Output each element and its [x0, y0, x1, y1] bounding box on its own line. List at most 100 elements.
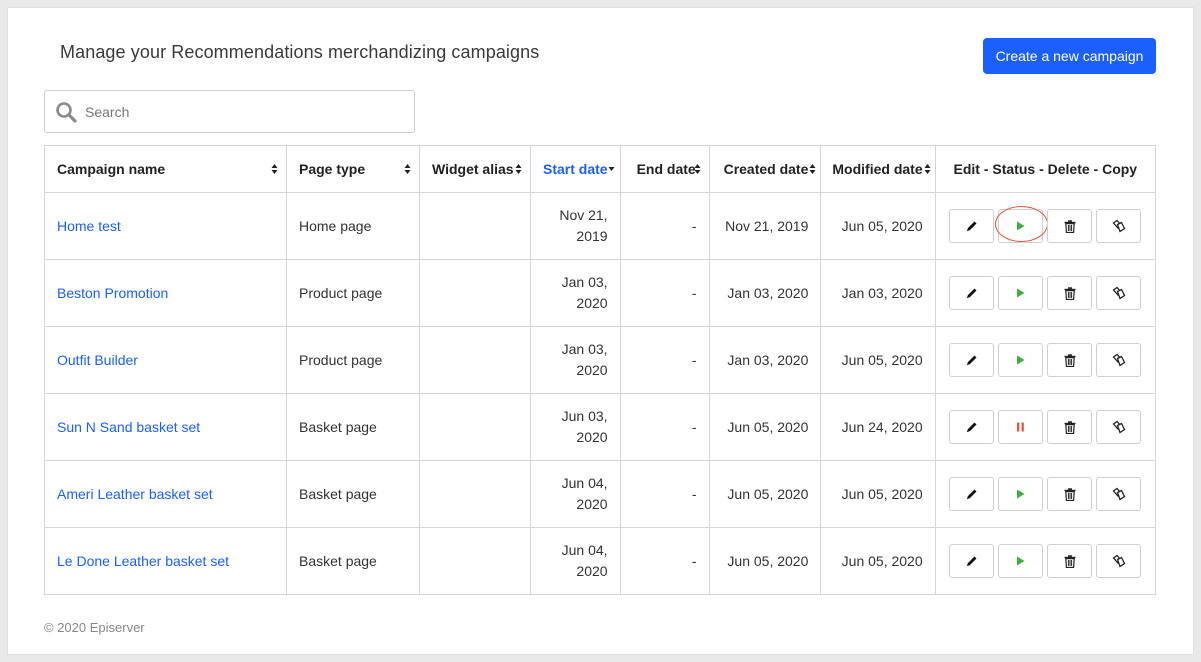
- search-box[interactable]: [44, 90, 415, 133]
- pencil-icon: [966, 556, 977, 566]
- cell-actions: [934, 527, 1157, 595]
- cell-end-date: -: [619, 393, 710, 461]
- cell-end-date: -: [619, 527, 710, 595]
- cell-actions: [934, 192, 1157, 260]
- col-created-date[interactable]: Created date: [708, 145, 822, 193]
- start-date-line2: 2020: [576, 429, 608, 445]
- cell-start-date: Jan 03, 2020: [530, 259, 621, 327]
- cell-end-date: -: [619, 460, 710, 528]
- cell-campaign-name: Outfit Builder: [44, 326, 287, 394]
- sort-icon: [694, 164, 701, 174]
- status-button[interactable]: [998, 477, 1044, 511]
- col-end-date[interactable]: End date: [619, 145, 710, 193]
- play-icon: [1017, 221, 1025, 231]
- delete-button[interactable]: [1047, 410, 1093, 444]
- col-actions: Edit - Status - Delete - Copy: [934, 145, 1157, 193]
- copy-button[interactable]: [1096, 410, 1142, 444]
- cell-modified-date: Jun 24, 2020: [820, 393, 936, 461]
- search-icon: [56, 102, 77, 123]
- cell-actions: [934, 393, 1157, 461]
- sort-icon: [924, 164, 931, 174]
- cell-widget-alias: [419, 192, 531, 260]
- col-page-type[interactable]: Page type: [286, 145, 420, 193]
- edit-button[interactable]: [949, 544, 995, 578]
- cell-campaign-name: Ameri Leather basket set: [44, 460, 287, 528]
- copy-button[interactable]: [1096, 209, 1142, 243]
- status-button[interactable]: [998, 276, 1044, 310]
- start-date-line2: 2020: [576, 295, 608, 311]
- search-input[interactable]: [83, 91, 403, 132]
- play-icon: [1017, 355, 1025, 365]
- start-date-line1: Jan 03,: [561, 341, 608, 357]
- copy-icon: [1112, 353, 1126, 367]
- col-widget-alias[interactable]: Widget alias: [419, 145, 531, 193]
- table-row: Ameri Leather basket set Basket page Jun…: [44, 460, 1157, 528]
- cell-page-type: Basket page: [286, 460, 420, 528]
- edit-button[interactable]: [949, 410, 995, 444]
- copy-button[interactable]: [1096, 343, 1142, 377]
- col-campaign-name[interactable]: Campaign name: [44, 145, 287, 193]
- campaign-link[interactable]: Ameri Leather basket set: [57, 486, 213, 502]
- pencil-icon: [966, 355, 977, 365]
- cell-actions: [934, 460, 1157, 528]
- col-start-date[interactable]: Start date: [530, 145, 621, 193]
- start-date-line1: Jun 04,: [561, 475, 608, 491]
- footer-copyright: © 2020 Episerver: [44, 620, 145, 635]
- copy-icon: [1112, 219, 1126, 233]
- copy-button[interactable]: [1096, 276, 1142, 310]
- table-row: Home test Home page Nov 21, 2019 - Nov 21…: [44, 192, 1157, 260]
- cell-actions: [934, 259, 1157, 327]
- table-row: Beston Promotion Product page Jan 03, 202…: [44, 259, 1157, 327]
- delete-button[interactable]: [1047, 544, 1093, 578]
- status-button[interactable]: [998, 544, 1044, 578]
- cell-end-date: -: [619, 326, 710, 394]
- copy-button[interactable]: [1096, 544, 1142, 578]
- cell-page-type: Product page: [286, 326, 420, 394]
- delete-button[interactable]: [1047, 209, 1093, 243]
- cell-modified-date: Jun 05, 2020: [820, 527, 936, 595]
- campaign-link[interactable]: Outfit Builder: [57, 352, 138, 368]
- cell-modified-date: Jun 05, 2020: [820, 192, 936, 260]
- column-label: End date: [636, 161, 696, 177]
- edit-button[interactable]: [949, 209, 995, 243]
- pause-icon: [1017, 422, 1025, 432]
- create-campaign-button[interactable]: Create a new campaign: [983, 38, 1156, 74]
- cell-start-date: Jun 04, 2020: [530, 527, 621, 595]
- status-button[interactable]: [995, 206, 1049, 243]
- cell-created-date: Jun 05, 2020: [708, 527, 822, 595]
- copy-icon: [1112, 487, 1126, 501]
- trash-icon: [1064, 353, 1076, 367]
- cell-modified-date: Jan 03, 2020: [820, 259, 936, 327]
- sort-desc-icon: [608, 167, 615, 171]
- campaign-link[interactable]: Le Done Leather basket set: [57, 553, 229, 569]
- play-icon: [1017, 556, 1025, 566]
- status-button[interactable]: [998, 410, 1044, 444]
- status-button[interactable]: [998, 343, 1044, 377]
- cell-created-date: Jun 05, 2020: [708, 460, 822, 528]
- delete-button[interactable]: [1047, 477, 1093, 511]
- delete-button[interactable]: [1047, 276, 1093, 310]
- sort-icon: [515, 164, 522, 174]
- table-row: Outfit Builder Product page Jan 03, 2020 …: [44, 326, 1157, 394]
- page-container: Manage your Recommendations merchandizin…: [7, 7, 1194, 655]
- start-date-line1: Jan 03,: [561, 274, 608, 290]
- cell-page-type: Basket page: [286, 527, 420, 595]
- edit-button[interactable]: [949, 477, 995, 511]
- campaign-link[interactable]: Beston Promotion: [57, 285, 168, 301]
- cell-created-date: Jan 03, 2020: [708, 259, 822, 327]
- delete-button[interactable]: [1047, 343, 1093, 377]
- cell-created-date: Nov 21, 2019: [708, 192, 822, 260]
- cell-page-type: Basket page: [286, 393, 420, 461]
- edit-button[interactable]: [949, 343, 995, 377]
- copy-button[interactable]: [1096, 477, 1142, 511]
- play-icon: [1017, 288, 1025, 298]
- cell-created-date: Jan 03, 2020: [708, 326, 822, 394]
- campaign-link[interactable]: Home test: [57, 218, 121, 234]
- col-modified-date[interactable]: Modified date: [820, 145, 936, 193]
- cell-created-date: Jun 05, 2020: [708, 393, 822, 461]
- page-title: Manage your Recommendations merchandizin…: [60, 42, 540, 62]
- edit-button[interactable]: [949, 276, 995, 310]
- cell-widget-alias: [419, 326, 531, 394]
- campaign-link[interactable]: Sun N Sand basket set: [57, 419, 200, 435]
- start-date-line1: Jun 03,: [561, 408, 608, 424]
